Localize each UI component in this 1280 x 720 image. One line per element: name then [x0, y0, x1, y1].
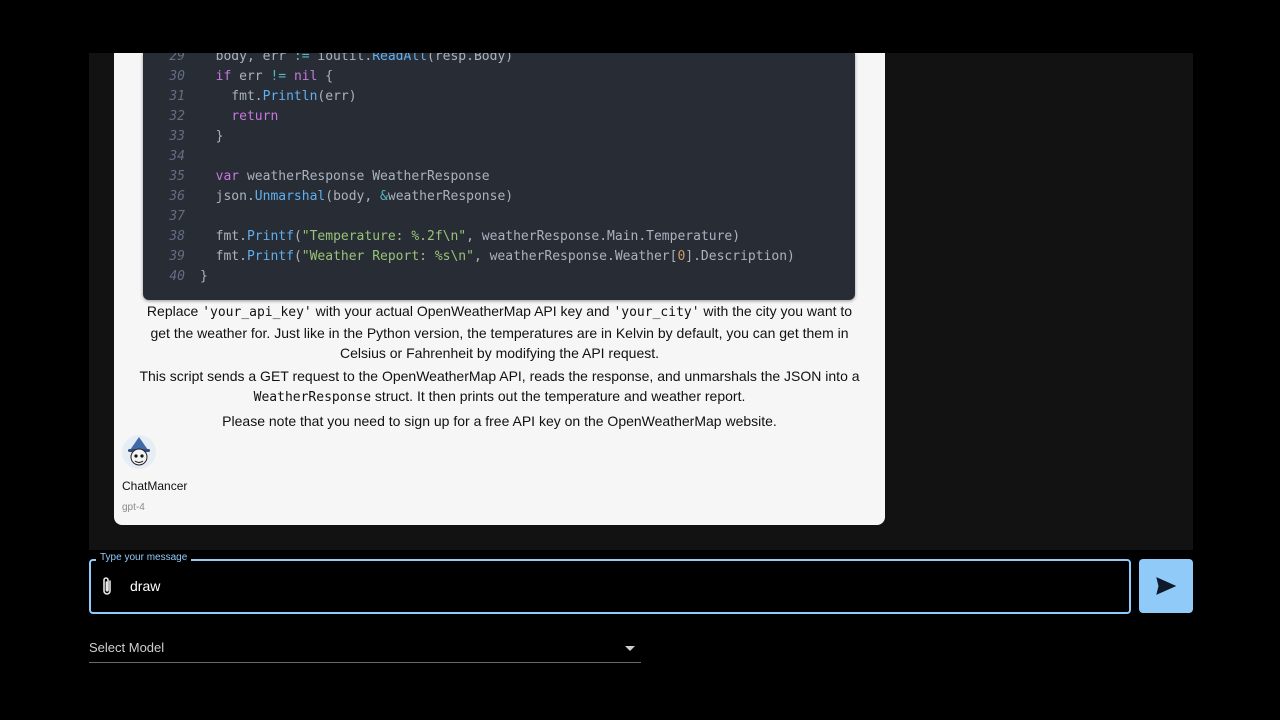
- code-line: 31 fmt.Println(err): [143, 87, 357, 107]
- code-line: 39 fmt.Printf("Weather Report: %s\n", we…: [143, 247, 795, 267]
- code-token: "Weather Report: %s\n": [301, 249, 474, 264]
- bot-model: gpt-4: [122, 502, 145, 513]
- code-token: weatherResponse WeatherResponse: [239, 169, 490, 184]
- code-block: 29 body, err := ioutil.ReadAll(resp.Body…: [143, 53, 855, 300]
- code-token: (body,: [325, 189, 381, 204]
- code-token: , weatherResponse.Main.Temperature): [466, 229, 741, 244]
- code-line: 40}: [143, 267, 208, 287]
- code-token: ReadAll: [372, 53, 427, 64]
- code-text: return: [185, 107, 278, 127]
- line-number: 31: [169, 89, 185, 104]
- line-number: 37: [169, 209, 185, 224]
- code-line: 36 json.Unmarshal(body, &weatherResponse…: [143, 187, 513, 207]
- code-token: !=: [270, 69, 287, 84]
- inline-code: WeatherResponse: [253, 390, 372, 405]
- inline-code: 'your_city': [613, 305, 700, 320]
- code-line: 38 fmt.Printf("Temperature: %.2f\n", wea…: [143, 227, 740, 247]
- code-token: (err): [317, 89, 357, 104]
- code-line: 35 var weatherResponse WeatherResponse: [143, 167, 490, 187]
- model-select-label: Select Model: [89, 640, 165, 655]
- line-number: 35: [169, 169, 185, 184]
- message-paragraph-1: Replace 'your_api_key' with your actual …: [138, 301, 861, 363]
- code-line: 32 return: [143, 107, 278, 127]
- code-token: }: [200, 269, 208, 284]
- message-text: This script sends a GET request to the O…: [139, 368, 860, 384]
- code-line: 30 if err != nil {: [143, 67, 333, 87]
- message-text: with your actual OpenWeatherMap API key …: [311, 303, 614, 319]
- code-token: :=: [293, 53, 310, 64]
- chevron-down-icon: [625, 646, 635, 651]
- line-number: 40: [169, 269, 185, 284]
- code-token: weatherResponse): [387, 189, 514, 204]
- inline-code: 'your_api_key': [202, 305, 312, 320]
- code-token: }: [200, 129, 224, 144]
- code-text: fmt.Printf("Temperature: %.2f\n", weathe…: [185, 227, 740, 247]
- code-text: fmt.Printf("Weather Report: %s\n", weath…: [185, 247, 795, 267]
- line-number: 39: [169, 249, 185, 264]
- line-number: 30: [169, 69, 185, 84]
- code-token: Printf: [246, 229, 294, 244]
- code-line: 34: [143, 147, 200, 167]
- code-token: (: [293, 249, 302, 264]
- send-icon: [1156, 577, 1176, 595]
- code-text: json.Unmarshal(body, &weatherResponse): [185, 187, 513, 207]
- code-token: , weatherResponse.Weather[: [473, 249, 678, 264]
- message-paragraph-2: This script sends a GET request to the O…: [138, 366, 861, 408]
- message-text: Replace: [146, 303, 203, 319]
- code-token: json.: [200, 189, 255, 204]
- code-token: &: [380, 189, 388, 204]
- code-line: 33 }: [143, 127, 223, 147]
- code-token: ioutil.: [309, 53, 373, 64]
- message-paragraph-3: Please note that you need to sign up for…: [222, 413, 777, 429]
- code-token: err: [231, 69, 271, 84]
- paperclip-icon[interactable]: [100, 575, 114, 597]
- model-select[interactable]: Select Model: [89, 636, 641, 663]
- code-text: }: [185, 267, 208, 287]
- code-token: var: [215, 169, 240, 184]
- send-button[interactable]: [1139, 559, 1193, 613]
- code-token: body, err: [200, 53, 294, 64]
- code-token: Printf: [246, 249, 294, 264]
- line-number: 33: [169, 129, 185, 144]
- code-line: 29 body, err := ioutil.ReadAll(resp.Body…: [143, 53, 513, 67]
- code-token: return: [231, 109, 279, 124]
- code-token: "Temperature: %.2f\n": [301, 229, 467, 244]
- code-token: (resp.Body): [427, 53, 514, 64]
- code-token: fmt.: [200, 249, 247, 264]
- code-token: (: [293, 229, 302, 244]
- code-text: }: [185, 127, 224, 147]
- bot-name: ChatMancer: [122, 479, 188, 493]
- code-token: fmt.: [200, 229, 247, 244]
- code-text: fmt.Println(err): [185, 87, 357, 107]
- code-text: body, err := ioutil.ReadAll(resp.Body): [185, 53, 513, 67]
- code-token: fmt.: [200, 89, 263, 104]
- line-number: 36: [169, 189, 185, 204]
- code-token: if: [215, 69, 232, 84]
- code-token: ].Description): [685, 249, 795, 264]
- line-number: 32: [169, 109, 185, 124]
- line-number: 29: [169, 53, 185, 64]
- message-input-label: Type your message: [96, 552, 192, 564]
- message-text: struct. It then prints out the temperatu…: [371, 388, 746, 404]
- code-text: var weatherResponse WeatherResponse: [185, 167, 490, 187]
- code-token: Println: [262, 89, 318, 104]
- line-number: 38: [169, 229, 185, 244]
- code-token: nil: [293, 69, 318, 84]
- line-number: 34: [169, 149, 185, 164]
- code-token: {: [317, 69, 334, 84]
- wizard-avatar-icon: [122, 435, 156, 469]
- message-input[interactable]: [130, 575, 1110, 597]
- code-text: if err != nil {: [185, 67, 333, 87]
- assistant-message-card: 29 body, err := ioutil.ReadAll(resp.Body…: [114, 53, 885, 525]
- code-token: Unmarshal: [254, 189, 326, 204]
- code-line: 37: [143, 207, 200, 227]
